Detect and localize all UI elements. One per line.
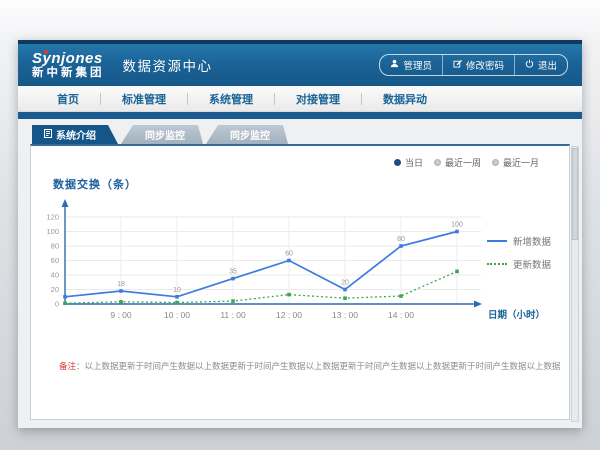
radio-dot-icon: [434, 159, 441, 166]
main-nav: 首页标准管理系统管理对接管理数据异动: [18, 86, 582, 112]
data-point: [119, 289, 123, 293]
change-password-button[interactable]: 修改密码: [442, 55, 514, 75]
y-tick-label: 40: [51, 271, 59, 280]
data-point-label: 18: [117, 281, 125, 288]
scrollbar-thumb[interactable]: [572, 148, 578, 240]
logo-text: Synjones: [32, 51, 105, 66]
logo-subtitle: 新中新集团: [32, 68, 105, 80]
user-button-label: 管理员: [403, 58, 432, 72]
logout-button[interactable]: 退出: [514, 55, 567, 75]
data-point: [399, 294, 403, 298]
data-point: [287, 259, 291, 263]
data-point-label: 100: [451, 222, 463, 229]
x-tick-label: 13 : 00: [332, 310, 358, 320]
tab-bar: 系统介绍 同步监控 同步监控: [32, 125, 570, 144]
logo-red-dot-icon: [44, 50, 48, 54]
footer-note: 备注：以上数据更新于时间产生数据以上数据更新于时间产生数据以上数据更新于时间产生…: [59, 360, 561, 372]
data-point: [63, 295, 67, 299]
tab-label: 系统介绍: [56, 127, 96, 142]
radio-option-today[interactable]: 当日: [394, 156, 423, 169]
y-tick-label: 60: [51, 256, 59, 265]
y-tick-label: 100: [46, 227, 59, 236]
x-tick-label: 14 : 00: [388, 310, 414, 320]
tab-sync-monitor-2[interactable]: 同步监控: [206, 125, 288, 144]
data-point: [399, 244, 403, 248]
data-point: [455, 230, 459, 234]
x-tick-label: 9 : 00: [110, 310, 132, 320]
scrollbar-track[interactable]: [571, 146, 579, 422]
radio-label: 最近一周: [445, 156, 481, 169]
y-axis-arrow-icon: [62, 199, 69, 207]
app-window: Synjones 新中新集团 数据资源中心 管理员 修改密码 退出 首页标准管理…: [18, 40, 582, 428]
radio-option-last-week[interactable]: 最近一周: [434, 156, 481, 169]
y-tick-label: 120: [46, 213, 59, 222]
data-point: [231, 299, 235, 303]
data-point: [63, 302, 67, 306]
legend-item-1: 更新数据: [487, 257, 551, 271]
logout-label: 退出: [538, 58, 557, 72]
data-point: [231, 277, 235, 281]
note-prefix: 备注: [59, 361, 76, 371]
content-area: 系统介绍 同步监控 同步监控 当日 最近一周 最近一月 数据交换（条） 0 20 40 60 8…: [18, 119, 582, 428]
tab-label: 同步监控: [145, 127, 185, 142]
legend-line-sample: [487, 240, 507, 242]
radio-label: 当日: [405, 156, 423, 169]
nav-item-system-mgmt[interactable]: 系统管理: [188, 91, 274, 107]
data-point-label: 60: [285, 251, 293, 258]
data-point: [287, 293, 291, 297]
nav-item-home[interactable]: 首页: [36, 91, 100, 107]
legend-label: 更新数据: [513, 257, 551, 271]
legend-item-0: 新增数据: [487, 234, 551, 248]
data-point: [119, 300, 123, 304]
radio-label: 最近一月: [503, 156, 539, 169]
x-tick-label: 10 : 00: [164, 310, 190, 320]
change-password-label: 修改密码: [466, 58, 504, 72]
data-point-label: 10: [173, 287, 181, 294]
data-point-label: 35: [229, 269, 237, 276]
legend-line-sample: [487, 263, 507, 265]
nav-item-interface-mgmt[interactable]: 对接管理: [275, 91, 361, 107]
nav-item-data-change[interactable]: 数据异动: [362, 91, 448, 107]
chart-legend: 新增数据更新数据: [487, 234, 551, 280]
x-tick-label: 12 : 00: [276, 310, 302, 320]
edit-icon: [453, 59, 462, 71]
tab-sync-monitor-1[interactable]: 同步监控: [121, 125, 203, 144]
nav-item-standard-mgmt[interactable]: 标准管理: [101, 91, 187, 107]
y-tick-label: 80: [51, 242, 59, 251]
user-button[interactable]: 管理员: [380, 55, 442, 75]
data-point-label: 80: [397, 236, 405, 243]
x-axis-title: 日期（小时）: [488, 309, 545, 321]
app-header: Synjones 新中新集团 数据资源中心 管理员 修改密码 退出: [18, 44, 582, 86]
y-tick-label: 0: [55, 300, 59, 309]
note-text: 以上数据更新于时间产生数据以上数据更新于时间产生数据以上数据更新于时间产生数据以…: [85, 361, 561, 371]
data-point: [343, 296, 347, 300]
time-range-filter: 当日 最近一周 最近一月: [394, 156, 539, 169]
y-tick-label: 20: [51, 285, 59, 294]
radio-dot-icon: [492, 159, 499, 166]
nav-accent-band: [18, 112, 582, 119]
x-tick-label: 11 : 00: [220, 310, 246, 320]
x-axis-arrow-icon: [474, 301, 482, 308]
y-axis-title: 数据交换（条）: [53, 176, 137, 192]
header-actions: 管理员 修改密码 退出: [379, 54, 568, 76]
data-point: [455, 270, 459, 274]
person-icon: [390, 59, 399, 71]
note-separator: ：: [76, 361, 85, 371]
radio-option-last-month[interactable]: 最近一月: [492, 156, 539, 169]
logo[interactable]: Synjones 新中新集团: [32, 51, 105, 80]
app-title: 数据资源中心: [123, 55, 213, 75]
line-chart: 0 20 40 60 80 100 120 9 : 00 10 : 00 11 : 00 12 : …: [43, 192, 563, 332]
content-panel: 当日 最近一周 最近一月 数据交换（条） 0 20 40 60 80 100 120 9 : 00…: [30, 144, 570, 420]
data-point: [343, 288, 347, 292]
data-point-label: 20: [341, 280, 349, 287]
document-icon: [44, 129, 52, 141]
radio-dot-icon: [394, 159, 401, 166]
data-point: [175, 301, 179, 305]
tab-system-intro[interactable]: 系统介绍: [32, 125, 118, 144]
legend-label: 新增数据: [513, 234, 551, 248]
power-icon: [525, 59, 534, 71]
data-point: [175, 295, 179, 299]
tab-label: 同步监控: [230, 127, 270, 142]
